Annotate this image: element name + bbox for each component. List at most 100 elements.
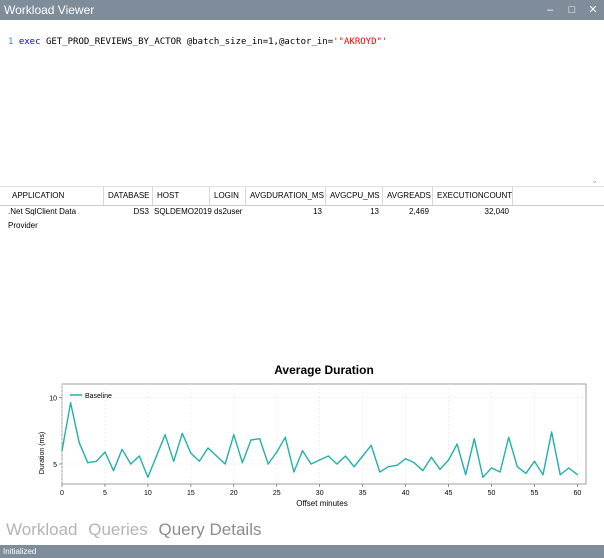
data-point bbox=[559, 474, 561, 476]
data-point bbox=[473, 438, 475, 440]
x-tick-label: 30 bbox=[316, 490, 324, 497]
column-header-application[interactable]: APPLICATION bbox=[8, 187, 104, 205]
chart-title: Average Duration bbox=[274, 363, 374, 377]
data-point bbox=[568, 467, 570, 469]
x-tick-label: 20 bbox=[230, 490, 238, 497]
data-point bbox=[121, 448, 123, 450]
data-point bbox=[422, 470, 424, 472]
minimize-button[interactable]: – bbox=[540, 2, 560, 18]
data-point bbox=[130, 463, 132, 465]
data-point bbox=[465, 474, 467, 476]
data-point bbox=[542, 474, 544, 476]
y-tick-label: 10 bbox=[49, 395, 57, 402]
column-header-login[interactable]: LOGIN bbox=[210, 187, 246, 205]
data-point bbox=[104, 451, 106, 453]
x-tick-label: 40 bbox=[402, 490, 410, 497]
x-tick-label: 50 bbox=[488, 490, 496, 497]
tab-queries[interactable]: Queries bbox=[88, 520, 148, 539]
data-point bbox=[439, 468, 441, 470]
data-point bbox=[516, 466, 518, 468]
editor-line[interactable]: 1 exec GET_PROD_REVIEWS_BY_ACTOR @batch_… bbox=[8, 37, 387, 47]
column-header-avgduration[interactable]: AVGDURATION_MS bbox=[246, 187, 326, 205]
tab-query-details[interactable]: Query Details bbox=[159, 520, 262, 539]
data-point bbox=[344, 455, 347, 457]
data-point bbox=[233, 434, 235, 436]
data-point bbox=[276, 451, 278, 453]
data-point bbox=[198, 460, 200, 462]
data-point bbox=[413, 462, 415, 464]
x-tick-label: 15 bbox=[187, 490, 195, 497]
data-point bbox=[336, 463, 338, 465]
x-tick-label: 5 bbox=[103, 490, 107, 497]
data-point bbox=[490, 467, 493, 469]
data-point bbox=[405, 458, 407, 460]
status-text: Initialized bbox=[3, 547, 37, 556]
y-axis-label: Duration (ms) bbox=[39, 432, 46, 474]
data-point bbox=[327, 455, 329, 457]
plot-frame bbox=[61, 383, 587, 485]
data-point bbox=[173, 460, 175, 462]
data-point bbox=[259, 438, 261, 440]
data-point bbox=[87, 462, 89, 464]
data-point bbox=[112, 470, 115, 472]
data-point bbox=[78, 442, 80, 444]
maximize-button[interactable]: □ bbox=[562, 2, 582, 18]
data-point bbox=[190, 452, 192, 454]
data-point bbox=[267, 463, 269, 465]
data-point bbox=[224, 463, 226, 465]
data-point bbox=[353, 466, 355, 468]
plot-area: 0 5 10 15 20 25 30 35 40 45 50 55 60 5 10 bbox=[49, 383, 587, 497]
data-point bbox=[207, 447, 209, 449]
cell-avgduration: 13 bbox=[313, 207, 322, 216]
column-header-host[interactable]: HOST bbox=[153, 187, 210, 205]
column-header-avgreads[interactable]: AVGREADS bbox=[383, 187, 433, 205]
column-header-executioncount[interactable]: EXECUTIONCOUNT bbox=[433, 187, 513, 205]
data-point bbox=[310, 463, 312, 465]
cell-login: ds2user bbox=[214, 207, 243, 216]
data-point bbox=[362, 455, 364, 457]
sql-keyword: exec bbox=[18, 37, 41, 47]
x-tick-label: 0 bbox=[60, 490, 64, 497]
cell-executioncount: 32,040 bbox=[484, 207, 509, 216]
x-tick-label: 60 bbox=[574, 490, 582, 497]
x-axis-label: Offset minutes bbox=[296, 499, 347, 508]
data-point bbox=[456, 443, 458, 445]
data-point bbox=[293, 471, 295, 473]
data-point bbox=[499, 471, 501, 473]
x-tick-label: 25 bbox=[273, 490, 281, 497]
data-point bbox=[164, 434, 166, 436]
data-point bbox=[301, 450, 304, 452]
sql-string: '"AKROYD"' bbox=[333, 37, 388, 47]
window-title: Workload Viewer bbox=[4, 3, 95, 17]
data-point bbox=[155, 455, 158, 457]
query-editor[interactable]: 1 exec GET_PROD_REVIEWS_BY_ACTOR @batch_… bbox=[0, 20, 604, 182]
cell-application: .Net SqlClient Data Provider bbox=[8, 207, 77, 230]
data-point bbox=[95, 460, 97, 462]
data-point bbox=[216, 455, 218, 457]
title-bar: Workload Viewer – □ ✕ bbox=[0, 0, 604, 20]
data-point bbox=[138, 455, 140, 457]
data-point bbox=[482, 476, 484, 478]
cell-host: SQLDEMO2019 bbox=[154, 207, 212, 216]
column-header-database[interactable]: DATABASE bbox=[104, 187, 153, 205]
tab-workload[interactable]: Workload bbox=[6, 520, 78, 539]
x-tick-label: 35 bbox=[359, 490, 367, 497]
data-point bbox=[181, 432, 183, 434]
table-row[interactable]: .Net SqlClient Data Provider DS3 SQLDEMO… bbox=[0, 205, 604, 230]
grid-header: APPLICATION DATABASE HOST LOGIN AVGDURAT… bbox=[0, 186, 604, 206]
close-button[interactable]: ✕ bbox=[583, 2, 603, 18]
data-point bbox=[508, 436, 510, 438]
x-tick-label: 10 bbox=[144, 490, 152, 497]
chevron-down-icon[interactable]: ⌄ bbox=[591, 176, 598, 185]
data-point bbox=[448, 459, 450, 461]
data-point bbox=[533, 460, 536, 462]
cell-database: DS3 bbox=[133, 207, 149, 216]
data-point bbox=[551, 431, 553, 433]
x-tick-label: 45 bbox=[445, 490, 453, 497]
data-point bbox=[147, 476, 149, 478]
data-point bbox=[250, 439, 252, 441]
data-point bbox=[61, 450, 63, 452]
column-header-avgcpu[interactable]: AVGCPU_MS bbox=[326, 187, 383, 205]
legend-label: Baseline bbox=[85, 393, 112, 400]
data-point bbox=[576, 474, 579, 476]
